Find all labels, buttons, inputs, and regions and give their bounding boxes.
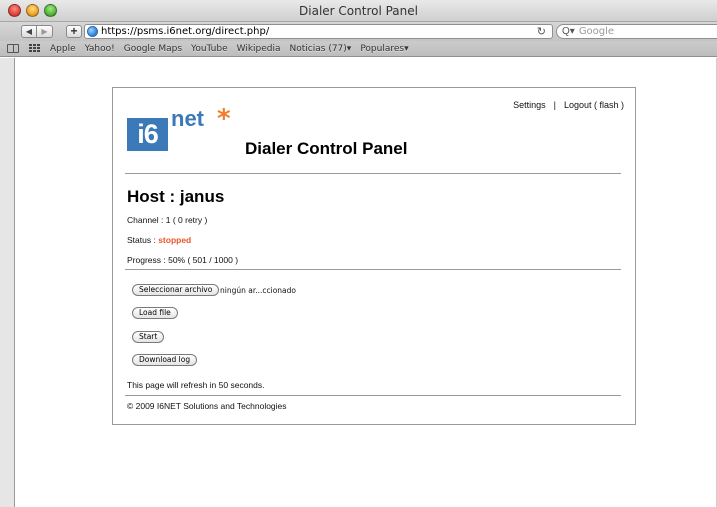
bookmark-items: Apple Yahoo! Google Maps YouTube Wikiped… [50,44,418,54]
add-bookmark-button[interactable]: + [66,25,82,38]
bookmarks-book-icon[interactable] [7,44,19,53]
dialer-panel: Settings | Logout ( flash ) i6 net * Dia… [112,87,636,425]
host-heading: Host : janus [127,187,225,206]
nav-buttons: ◀ ▶ [21,25,53,39]
address-bar[interactable]: https://psms.i6net.org/direct.php/ ↻ [84,24,553,39]
bookmark-wikipedia[interactable]: Wikipedia [237,44,281,54]
forward-button[interactable]: ▶ [37,25,53,38]
logout-link[interactable]: Logout ( flash ) [564,100,624,110]
header-divider [125,173,621,174]
reload-icon[interactable]: ↻ [537,25,546,38]
logo-i6-box: i6 [127,118,168,151]
bookmark-noticias-menu[interactable]: Noticias (77)▾ [290,44,352,54]
plus-icon: + [70,24,78,38]
status-label: Status : [127,235,159,245]
search-placeholder: Google [578,26,615,37]
bookmark-youtube[interactable]: YouTube [191,44,228,54]
bookmark-yahoo[interactable]: Yahoo! [85,44,115,54]
page-title: Dialer Control Panel [245,139,408,158]
logo-star-icon: * [217,104,231,134]
window-title: Dialer Control Panel [299,4,418,18]
footer-divider [125,395,621,396]
bookmarks-bar: Apple Yahoo! Google Maps YouTube Wikiped… [0,41,717,57]
choose-file-button[interactable]: Seleccionar archivo [132,284,220,296]
url-text[interactable]: https://psms.i6net.org/direct.php/ [101,26,269,37]
status-badge: stopped [158,235,192,245]
i6net-logo: i6 net * [127,104,252,151]
browser-toolbar: ◀ ▶ + https://psms.i6net.org/direct.php/… [0,22,717,41]
bookmark-populares-menu[interactable]: Populares▾ [360,44,408,54]
download-log-button[interactable]: Download log [132,354,198,366]
title-bar: Dialer Control Panel [0,0,717,22]
header-links: Settings | Logout ( flash ) [513,100,624,110]
search-icon: Q▾ [562,26,575,37]
window-left-edge [0,58,14,507]
bookmark-google-maps[interactable]: Google Maps [124,44,182,54]
forward-arrow-icon: ▶ [41,27,48,36]
status-line: Status : stopped [127,235,191,245]
back-button[interactable]: ◀ [21,25,37,38]
selected-file-label: ningún ar...ccionado [220,286,297,295]
load-file-button[interactable]: Load file [132,307,178,319]
search-input[interactable]: Q▾ Google [556,24,717,39]
top-sites-grid-icon[interactable] [29,44,41,53]
bookmark-apple[interactable]: Apple [50,44,76,54]
refresh-notice: This page will refresh in 50 seconds. [127,380,265,390]
back-arrow-icon: ◀ [25,27,33,36]
page-viewport: Settings | Logout ( flash ) i6 net * Dia… [14,58,717,507]
logo-net-text: net [171,106,204,131]
footer-copyright: © 2009 I6NET Solutions and Technologies [127,401,287,411]
channel-text: Channel : 1 ( 0 retry ) [127,215,208,225]
link-separator: | [553,100,556,110]
status-divider [125,269,621,270]
globe-icon [87,26,98,37]
browser-window: Dialer Control Panel ◀ ▶ + https://psms.… [0,0,717,507]
progress-text: Progress : 50% ( 501 / 1000 ) [127,255,239,265]
start-button[interactable]: Start [132,331,165,343]
settings-link[interactable]: Settings [513,100,546,110]
